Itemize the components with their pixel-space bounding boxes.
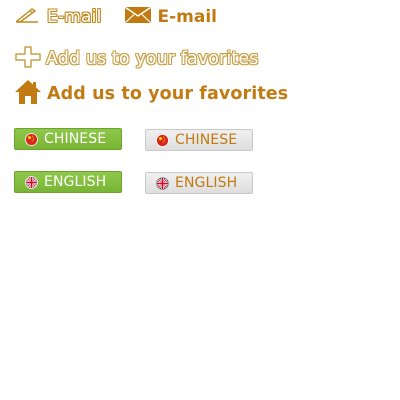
chinese-button-label: CHINESE bbox=[44, 131, 107, 147]
chinese-language-button-gray[interactable]: CHINESE bbox=[145, 129, 253, 151]
email-link-outline-label: E-mail bbox=[47, 7, 102, 27]
plus-outline-icon bbox=[14, 45, 42, 73]
favorites-link-solid[interactable]: Add us to your favorites bbox=[14, 79, 289, 109]
favorites-link-outline-label: Add us to your favorites bbox=[46, 49, 259, 69]
chinese-language-button-green[interactable]: CHINESE bbox=[14, 128, 122, 150]
uk-flag-icon bbox=[25, 175, 38, 189]
home-icon bbox=[14, 79, 42, 109]
english-button-label: ENGLISH bbox=[175, 175, 238, 191]
email-link-solid-label: E-mail bbox=[157, 7, 218, 27]
english-language-button-green[interactable]: ENGLISH bbox=[14, 171, 122, 193]
favorites-link-solid-label: Add us to your favorites bbox=[47, 84, 289, 104]
favorites-link-outline[interactable]: Add us to your favorites bbox=[14, 45, 259, 73]
china-flag-icon bbox=[156, 133, 169, 147]
english-language-button-gray[interactable]: ENGLISH bbox=[145, 172, 253, 194]
email-link-outline[interactable]: E-mail bbox=[14, 6, 102, 28]
english-button-label: ENGLISH bbox=[44, 174, 107, 190]
email-link-solid[interactable]: E-mail bbox=[124, 6, 218, 28]
chinese-button-label: CHINESE bbox=[175, 132, 238, 148]
pencil-outline-icon bbox=[14, 6, 40, 28]
email-links-row: E-mail E-mail bbox=[14, 6, 217, 28]
uk-flag-icon bbox=[156, 176, 169, 190]
envelope-icon bbox=[124, 6, 152, 28]
china-flag-icon bbox=[25, 132, 38, 146]
